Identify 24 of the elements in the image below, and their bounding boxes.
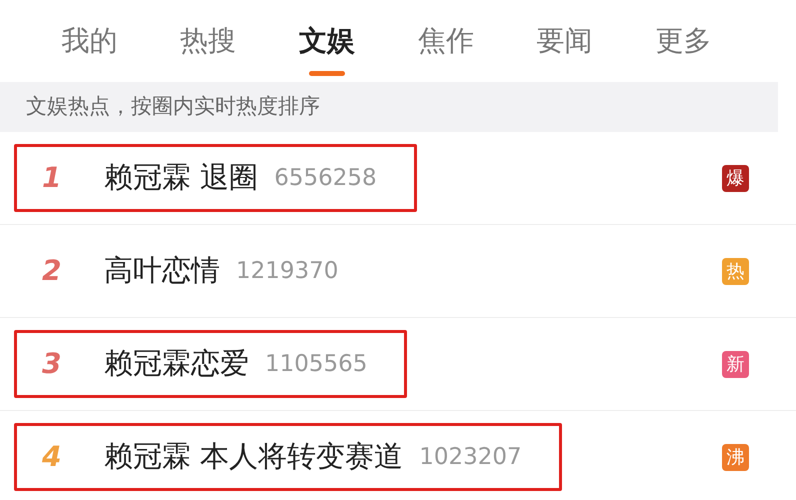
notice-text: 文娱热点，按圈内实时热度排序 bbox=[26, 93, 320, 120]
heat-count: 1023207 bbox=[419, 442, 522, 472]
tab[interactable]: 焦作 bbox=[386, 0, 506, 82]
topic-title[interactable]: 赖冠霖恋爱 bbox=[104, 342, 249, 386]
heat-count: 1105565 bbox=[265, 350, 368, 379]
heat-count: 6556258 bbox=[274, 164, 377, 193]
hot-badge: 新 bbox=[722, 350, 749, 378]
tab[interactable]: 文娱 bbox=[268, 0, 386, 82]
tab[interactable]: 要闻 bbox=[505, 0, 624, 82]
tab[interactable]: 热搜 bbox=[148, 0, 268, 82]
rank-number: 2 bbox=[42, 253, 62, 289]
tab[interactable]: 我的 bbox=[30, 0, 149, 82]
rank-number: 3 bbox=[42, 346, 62, 382]
rank-number: 4 bbox=[42, 439, 62, 475]
heat-count: 1219370 bbox=[236, 256, 338, 286]
tab[interactable]: 更多 bbox=[624, 0, 743, 82]
topic-title[interactable]: 赖冠霖 本人将转变赛道 bbox=[104, 435, 404, 479]
rank-number: 1 bbox=[42, 160, 62, 196]
hot-badge: 热 bbox=[722, 258, 749, 284]
hot-badge: 爆 bbox=[722, 164, 749, 192]
hot-badge: 沸 bbox=[722, 444, 749, 470]
topic-title[interactable]: 赖冠霖 退圈 bbox=[104, 156, 258, 200]
topic-title[interactable]: 高叶恋情 bbox=[104, 249, 220, 293]
tab-underline bbox=[309, 71, 346, 76]
